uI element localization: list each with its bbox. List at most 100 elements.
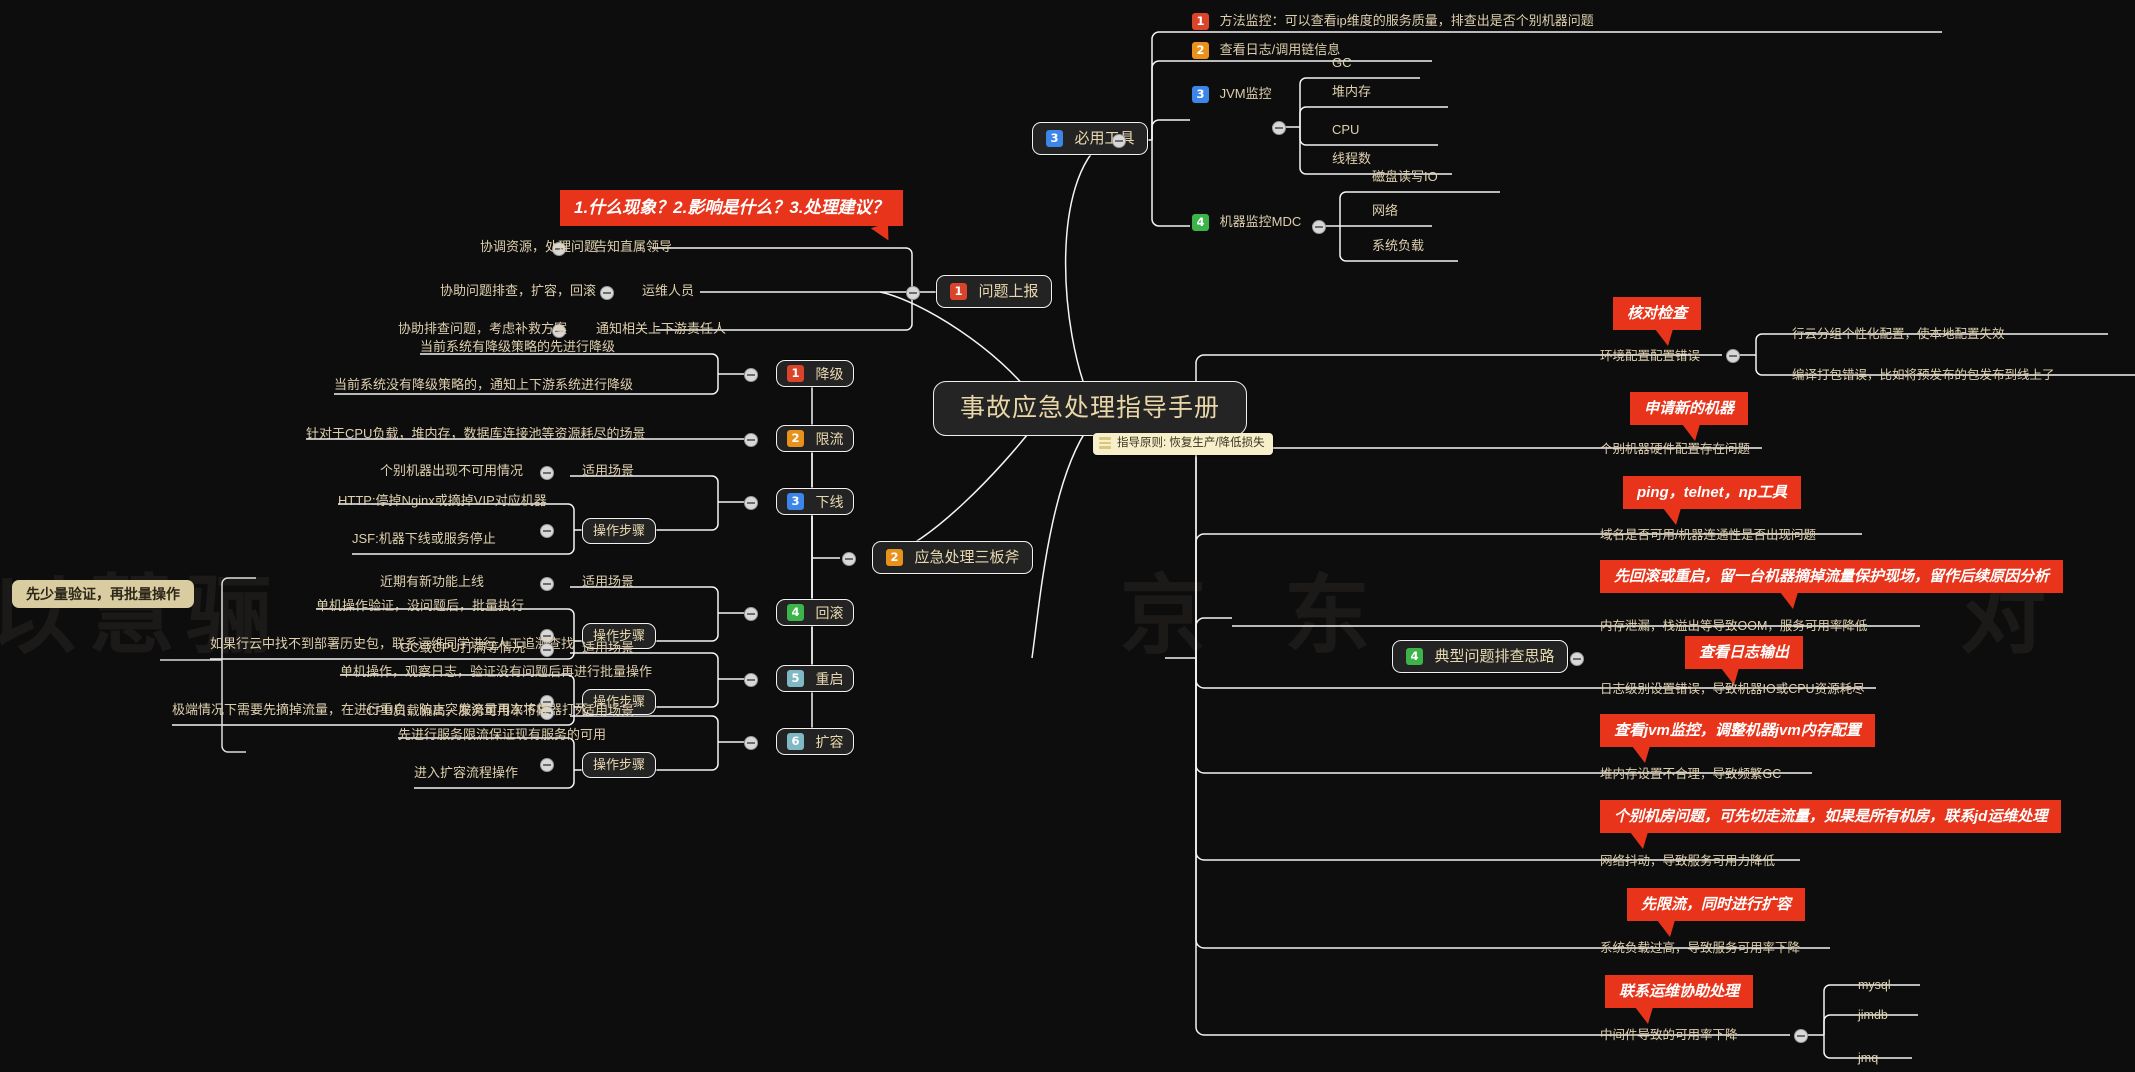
tools-item-0[interactable]: 1 方法监控：可以查看ip维度的服务质量，排查出是否个别机器问题: [1192, 13, 1594, 30]
jvm-child-1[interactable]: 堆内存: [1332, 85, 1371, 98]
troubleshoot-item-8[interactable]: 中间件导致的可用率下降: [1600, 1029, 1738, 1042]
axis-3-g1-line-0[interactable]: 单机操作验证，没问题后，批量执行: [316, 599, 524, 612]
tools-item-2[interactable]: 3 JVM监控: [1192, 86, 1272, 103]
mdc-child-1[interactable]: 网络: [1372, 204, 1398, 217]
axis-4-g0-line-0[interactable]: GC或CPU打满等情况: [400, 641, 525, 654]
collapse-dot-jvm[interactable]: [1272, 121, 1286, 135]
report-child-0-detail[interactable]: 协调资源，处理问题: [480, 240, 597, 253]
env-child-0[interactable]: 行云分组个性化配置，使本地配置失效: [1792, 328, 2005, 341]
troubleshoot-item-1[interactable]: 个别机器硬件配置存在问题: [1600, 443, 1750, 456]
collapse-dot-axis-5[interactable]: [744, 736, 758, 750]
root-note[interactable]: 指导原则: 恢复生产/降低损失: [1093, 433, 1273, 455]
collapse-dot-three-axes[interactable]: [842, 552, 856, 566]
env-child-1[interactable]: 编译打包错误，比如将预发布的包发布到线上了: [1792, 369, 2055, 382]
middleware-child-2[interactable]: jmq: [1858, 1052, 1878, 1065]
callout-tail: [1780, 592, 1798, 610]
axis-5-g1-line-1[interactable]: 进入扩容流程操作: [414, 766, 518, 779]
axis-5-group-1-title[interactable]: 操作步骤: [582, 752, 657, 778]
branch-troubleshoot[interactable]: 4 典型问题排查思路: [1392, 640, 1569, 673]
report-child-1-detail[interactable]: 协助问题排查，扩容，回滚: [440, 284, 596, 297]
callout-troubleshoot-7[interactable]: 先限流，同时进行扩容: [1627, 888, 1806, 938]
callout-troubleshoot-3[interactable]: 先回滚或重启，留一台机器摘掉流量保护现场，留作后续原因分析: [1600, 560, 2064, 610]
jvm-child-3[interactable]: 线程数: [1332, 152, 1371, 165]
jvm-child-2[interactable]: CPU: [1332, 123, 1359, 136]
axis-2-g1-line-0[interactable]: HTTP:停掉Nginx或摘掉VIP对应机器: [338, 494, 547, 507]
axis-0-line-0[interactable]: 当前系统有降级策略的先进行降级: [420, 340, 615, 353]
collapse-dot-axis-2-g0[interactable]: [540, 466, 554, 480]
collapse-dot-axis-3-g0[interactable]: [540, 577, 554, 591]
callout-troubleshoot-0[interactable]: 核对检查: [1613, 297, 1702, 347]
middleware-child-1[interactable]: jimdb: [1858, 1009, 1888, 1022]
troubleshoot-item-0-text: 环境配置配置错误: [1600, 349, 1701, 363]
collapse-dot-axis-4-g0[interactable]: [540, 643, 554, 657]
axis-item-2[interactable]: 3 下线: [776, 488, 855, 515]
axis-3-g1-line-0-text: 单机操作验证，没问题后，批量执行: [316, 598, 525, 613]
axis-5-group-0-title[interactable]: 适用场景: [582, 704, 634, 717]
axis-2-g0-line-0[interactable]: 个别机器出现不可用情况: [380, 464, 523, 477]
report-child-2-detail[interactable]: 协助排查问题，考虑补救方案: [398, 322, 567, 335]
callout-tail: [1663, 508, 1681, 526]
collapse-dot-report-1[interactable]: [600, 286, 614, 300]
callout-troubleshoot-2[interactable]: ping，telnet，np工具: [1623, 476, 1801, 526]
sticky-note-left[interactable]: 先少量验证，再批量操作: [12, 580, 194, 608]
report-child-2-label[interactable]: 通知相关上下游责任人: [596, 322, 726, 335]
axis-5-g0-line-0[interactable]: CPU负载偏高，服务可用率下降: [366, 704, 549, 717]
callout-tail: [1632, 746, 1650, 764]
collapse-dot-axis-1[interactable]: [744, 433, 758, 447]
callout-troubleshoot-4[interactable]: 查看日志输出: [1685, 636, 1804, 686]
collapse-dot-axis-0[interactable]: [744, 368, 758, 382]
branch-report[interactable]: 1 问题上报: [936, 275, 1053, 308]
tools-item-1[interactable]: 2 查看日志/调用链信息: [1192, 42, 1340, 59]
branch-tools[interactable]: 3 必用工具: [1032, 122, 1149, 155]
axis-item-4[interactable]: 5 重启: [776, 665, 855, 692]
callout-troubleshoot-5[interactable]: 查看jvm监控，调整机器jvm内存配置: [1600, 714, 1875, 764]
axis-4-g1-line-0[interactable]: 单机操作，观察日志，验证没有问题后再进行批量操作: [340, 665, 652, 678]
troubleshoot-item-5[interactable]: 堆内存设置不合理，导致频繁GC: [1600, 768, 1781, 781]
axis-2-g1-line-1[interactable]: JSF:机器下线或服务停止: [352, 532, 496, 545]
axis-3-g0-line-0[interactable]: 近期有新功能上线: [380, 575, 484, 588]
collapse-dot-middleware[interactable]: [1794, 1029, 1808, 1043]
collapse-dot-axis-4[interactable]: [744, 673, 758, 687]
troubleshoot-item-0[interactable]: 环境配置配置错误: [1600, 350, 1700, 363]
callout-troubleshoot-8[interactable]: 联系运维协助处理: [1605, 975, 1754, 1025]
axis-0-line-1[interactable]: 当前系统没有降级策略的，通知上下游系统进行降级: [334, 378, 633, 391]
axis-1-line-0[interactable]: 针对于CPU负载，堆内存，数据库连接池等资源耗尽的场景: [306, 427, 645, 440]
collapse-dot-axis-2-g1[interactable]: [540, 524, 554, 538]
troubleshoot-item-2[interactable]: 域名是否可用/机器连通性是否出现问题: [1600, 529, 1816, 542]
collapse-dot-axis-3[interactable]: [744, 607, 758, 621]
mdc-child-2[interactable]: 系统负载: [1372, 239, 1424, 252]
axis-3-group-0-title[interactable]: 适用场景: [582, 575, 634, 588]
axis-item-1[interactable]: 2 限流: [776, 425, 855, 452]
troubleshoot-item-7[interactable]: 系统负载过高，导致服务可用率下降: [1600, 942, 1800, 955]
branch-three-axes[interactable]: 2 应急处理三板斧: [872, 541, 1034, 574]
report-child-1-label[interactable]: 运维人员: [642, 284, 694, 297]
root-node[interactable]: 事故应急处理指导手册: [932, 381, 1248, 436]
axis-2-group-0-title[interactable]: 适用场景: [582, 464, 634, 477]
callout-troubleshoot-7-text: 先限流，同时进行扩容: [1641, 896, 1792, 913]
middleware-child-0[interactable]: mysql: [1858, 979, 1891, 992]
jvm-child-0[interactable]: GC: [1332, 56, 1352, 69]
axis-2-group-1-title[interactable]: 操作步骤: [582, 518, 657, 544]
collapse-dot-troubleshoot[interactable]: [1570, 652, 1584, 666]
axis-item-3[interactable]: 4 回滚: [776, 599, 855, 626]
axis-5-g1-line-0[interactable]: 先进行服务限流保证现有服务的可用: [398, 728, 606, 741]
collapse-dot-axis-5-g1[interactable]: [540, 758, 554, 772]
callout-report-questions[interactable]: 1.什么现象？2.影响是什么？3.处理建议？: [560, 190, 903, 244]
troubleshoot-item-3[interactable]: 内存泄漏，栈溢出等导致OOM，服务可用率降低: [1600, 620, 1867, 633]
collapse-dot-report[interactable]: [906, 286, 920, 300]
axis-item-0[interactable]: 1 降级: [776, 360, 855, 387]
tools-item-3[interactable]: 4 机器监控MDC: [1192, 214, 1301, 231]
collapse-dot-tools[interactable]: [1112, 134, 1126, 148]
collapse-dot-mdc[interactable]: [1312, 220, 1326, 234]
troubleshoot-item-6[interactable]: 网络抖动，导致服务可用力降低: [1600, 855, 1775, 868]
axis-4-group-0-title[interactable]: 适用场景: [582, 641, 634, 654]
callout-troubleshoot-6[interactable]: 个别机房问题，可先切走流量，如果是所有机房，联系jd运维处理: [1600, 800, 2062, 850]
report-child-0-label[interactable]: 告知直属领导: [594, 240, 672, 253]
troubleshoot-item-4[interactable]: 日志级别设置错误，导致机器IO或CPU资源耗尽: [1600, 683, 1865, 696]
collapse-dot-env[interactable]: [1726, 349, 1740, 363]
collapse-dot-axis-2[interactable]: [744, 496, 758, 510]
axis-item-5[interactable]: 6 扩容: [776, 728, 855, 755]
callout-troubleshoot-6-text: 个别机房问题，可先切走流量，如果是所有机房，联系jd运维处理: [1614, 808, 2048, 825]
mdc-child-0[interactable]: 磁盘读写IO: [1372, 170, 1438, 183]
callout-troubleshoot-1[interactable]: 申请新的机器: [1630, 392, 1749, 442]
